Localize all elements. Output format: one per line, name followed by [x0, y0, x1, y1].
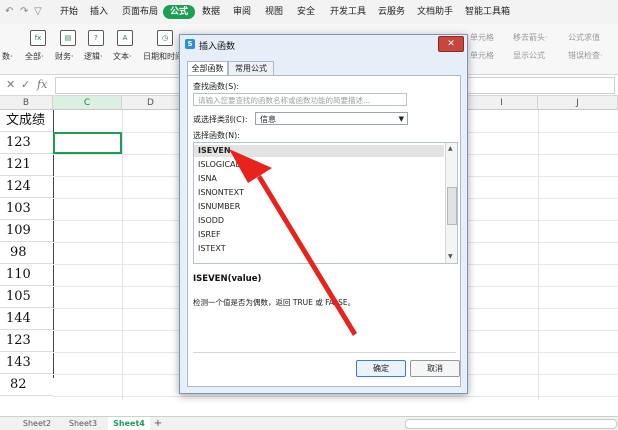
cancel-icon[interactable]: ✕	[6, 78, 15, 91]
function-item-isnumber[interactable]: ISNUMBER	[194, 201, 444, 213]
category-select[interactable]: 信息 ▼	[255, 112, 408, 125]
tab-common-formulas[interactable]: 常用公式	[228, 61, 274, 76]
cell-value[interactable]: 143	[0, 352, 53, 374]
ribbon-sum-label[interactable]: 数·	[2, 51, 13, 62]
cancel-button[interactable]: 取消	[410, 360, 460, 377]
search-label: 查找函数(S):	[193, 82, 240, 91]
menu-security[interactable]: 安全	[294, 5, 318, 19]
cell-value[interactable]: 103	[0, 198, 53, 220]
fx-icon[interactable]: fx	[37, 78, 47, 91]
close-button[interactable]: ✕	[438, 36, 464, 52]
column-header-b[interactable]: B	[0, 96, 53, 110]
trace-precedents-label[interactable]: 单元格	[470, 32, 494, 43]
cell-value[interactable]: 144	[0, 308, 53, 330]
menu-review[interactable]: 审阅	[230, 5, 254, 19]
menu-bar: ↶ ↷ ▽ 开始 插入 页面布局 公式 数据 审阅 视图 安全 开发工具 云服务…	[0, 0, 618, 24]
scroll-up-icon[interactable]: ▲	[448, 145, 453, 152]
sheet-tab-sheet2[interactable]: Sheet2	[18, 417, 56, 430]
column-header-i[interactable]: I	[466, 96, 538, 110]
text-icon[interactable]: A	[117, 30, 133, 46]
remove-arrows-label[interactable]: 移去箭头·	[513, 32, 548, 43]
dialog-title-bar[interactable]: S 插入函数 ✕	[180, 35, 467, 55]
tab-all-functions[interactable]: 全部函数	[187, 61, 228, 76]
cell-value[interactable]: 123	[0, 132, 53, 154]
dialog-title: 插入函数	[199, 42, 236, 52]
cell-value[interactable]: 109	[0, 220, 53, 242]
menu-start[interactable]: 开始	[57, 5, 81, 19]
scrollbar-thumb[interactable]	[447, 187, 457, 225]
column-header-j[interactable]: J	[538, 96, 618, 110]
app-logo-icon: S	[185, 39, 195, 49]
function-list[interactable]: ISEVEN ISLOGICAL ISNA ISNONTEXT ISNUMBER…	[193, 142, 458, 264]
show-formulas-label[interactable]: 显示公式	[513, 50, 545, 61]
ribbon-text-label[interactable]: 文本·	[113, 51, 132, 62]
menu-smart-toolbox[interactable]: 智能工具箱	[462, 5, 513, 19]
function-item-islogical[interactable]: ISLOGICAL	[194, 159, 444, 171]
redo-icon[interactable]: ↷	[20, 6, 28, 17]
column-header-c[interactable]: C	[53, 96, 122, 110]
category-label: 或选择类别(C):	[193, 115, 248, 124]
menu-cloud[interactable]: 云服务	[375, 5, 408, 19]
sheet-tab-sheet3[interactable]: Sheet3	[64, 417, 102, 430]
insert-function-dialog: S 插入函数 ✕ 全部函数 常用公式 查找函数(S): 请输入您要查找的函数名称…	[179, 34, 468, 394]
date-time-icon[interactable]: ◷	[157, 30, 173, 46]
cell-value[interactable]: 82	[0, 374, 53, 396]
ribbon-all-label[interactable]: 全部·	[25, 51, 44, 62]
scroll-down-icon[interactable]: ▼	[448, 253, 453, 260]
menu-formulas[interactable]: 公式	[163, 5, 196, 19]
function-list-scrollbar[interactable]: ▲ ▼	[445, 143, 457, 263]
grid-line	[53, 396, 618, 397]
category-value: 信息	[260, 115, 276, 124]
evaluate-formula-label[interactable]: 公式求值	[568, 32, 600, 43]
function-item-isref[interactable]: ISREF	[194, 229, 444, 241]
menu-data[interactable]: 数据	[199, 5, 223, 19]
cell-value[interactable]: 105	[0, 286, 53, 308]
confirm-icon[interactable]: ✓	[21, 78, 30, 91]
function-description: 检测一个值是否为偶数，返回 TRUE 或 FALSE。	[193, 298, 356, 307]
function-item-istext[interactable]: ISTEXT	[194, 243, 444, 255]
error-check-label[interactable]: 错误检查·	[568, 50, 603, 61]
function-signature: ISEVEN(value)	[193, 274, 262, 284]
horizontal-scrollbar[interactable]	[405, 419, 617, 429]
finance-icon[interactable]: ▤	[60, 30, 76, 46]
cell-value[interactable]: 121	[0, 154, 53, 176]
ok-button[interactable]: 确定	[356, 360, 406, 377]
function-item-isna[interactable]: ISNA	[194, 173, 444, 185]
column-header-d[interactable]: D	[122, 96, 180, 110]
logic-icon[interactable]: ?	[88, 30, 104, 46]
cell-value[interactable]: 124	[0, 176, 53, 198]
cell-value[interactable]: 110	[0, 264, 53, 286]
insert-function-icon[interactable]: fx	[30, 30, 46, 46]
menu-view[interactable]: 视图	[262, 5, 286, 19]
menu-insert[interactable]: 插入	[87, 5, 111, 19]
cell-b1-header[interactable]: 文成绩	[0, 110, 53, 132]
menu-page-layout[interactable]: 页面布局	[119, 5, 161, 19]
sheet-tab-sheet4[interactable]: Sheet4	[108, 417, 150, 430]
function-list-label: 选择函数(N):	[193, 131, 240, 140]
dialog-panel: 查找函数(S): 请输入您要查找的函数名称或函数功能的简要描述... 或选择类别…	[187, 75, 461, 387]
search-input[interactable]: 请输入您要查找的函数名称或函数功能的简要描述...	[193, 93, 407, 106]
menu-doc-assistant[interactable]: 文档助手	[414, 5, 456, 19]
ribbon-finance-label[interactable]: 财务·	[55, 51, 74, 62]
cell-value[interactable]: 123	[0, 330, 53, 352]
sheet-tab-bar: Sheet2 Sheet3 Sheet4 +	[0, 416, 618, 430]
trace-dependents-label[interactable]: 单元格	[470, 50, 494, 61]
divider	[193, 352, 456, 353]
ribbon-logic-label[interactable]: 逻辑·	[84, 51, 103, 62]
function-item-isnontext[interactable]: ISNONTEXT	[194, 187, 444, 199]
function-item-isodd[interactable]: ISODD	[194, 215, 444, 227]
selected-cell-c2[interactable]	[53, 132, 122, 154]
chevron-down-icon: ▼	[398, 115, 404, 123]
function-item-iseven[interactable]: ISEVEN	[194, 145, 444, 157]
cell-value[interactable]: 98	[0, 242, 53, 264]
ribbon-datetime-label[interactable]: 日期和时间	[143, 51, 183, 62]
undo-icon[interactable]: ↶	[5, 6, 13, 17]
customize-quick-access-icon[interactable]: ▽	[34, 6, 42, 17]
add-sheet-icon[interactable]: +	[152, 417, 164, 430]
menu-developer[interactable]: 开发工具	[327, 5, 369, 19]
